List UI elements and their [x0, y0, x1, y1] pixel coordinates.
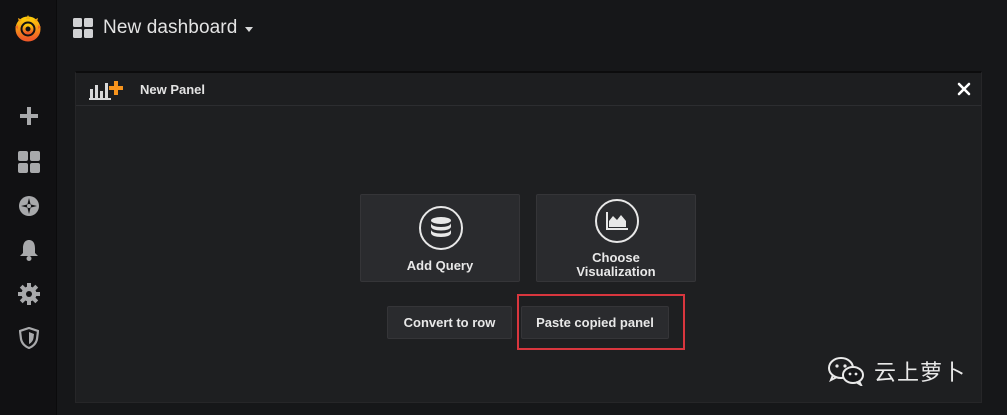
paste-copied-panel-button[interactable]: Paste copied panel [521, 306, 669, 339]
add-query-button[interactable]: Add Query [360, 194, 520, 282]
dashboard-title: New dashboard [103, 17, 238, 38]
convert-to-row-label: Convert to row [403, 315, 496, 330]
paste-copied-panel-label: Paste copied panel [536, 315, 654, 330]
choose-visualization-button[interactable]: Choose Visualization [536, 194, 696, 282]
panel-title: New Panel [140, 82, 206, 97]
area-chart-icon [595, 199, 639, 243]
new-panel: New Panel Add Query Choose Visualization… [75, 71, 982, 403]
sidebar [0, 0, 57, 415]
convert-to-row-button[interactable]: Convert to row [387, 306, 512, 339]
database-icon [419, 206, 463, 250]
close-icon[interactable] [957, 82, 971, 96]
dashboard-grid-icon [73, 18, 93, 38]
bell-icon[interactable] [16, 237, 42, 263]
choose-visualization-label-line2: Visualization [576, 264, 656, 279]
add-panel-icon [89, 79, 125, 101]
add-query-label: Add Query [406, 258, 474, 273]
dashboard-title-picker[interactable]: New dashboard [73, 14, 254, 42]
explore-compass-icon[interactable] [16, 193, 42, 219]
watermark-text: 云上萝卜 [874, 361, 967, 386]
dashboards-icon[interactable] [16, 149, 42, 175]
gear-icon[interactable] [16, 281, 42, 307]
watermark: 云上萝卜 [826, 355, 967, 388]
plus-icon[interactable] [16, 103, 42, 129]
chevron-down-icon [245, 27, 254, 32]
panel-header: New Panel [76, 73, 981, 106]
wechat-icon [826, 356, 866, 388]
choose-visualization-label-line1: Choose [592, 250, 640, 265]
grafana-logo-icon[interactable] [10, 10, 46, 46]
shield-icon[interactable] [16, 325, 42, 351]
dashboard-navbar: New dashboard [57, 0, 1007, 56]
